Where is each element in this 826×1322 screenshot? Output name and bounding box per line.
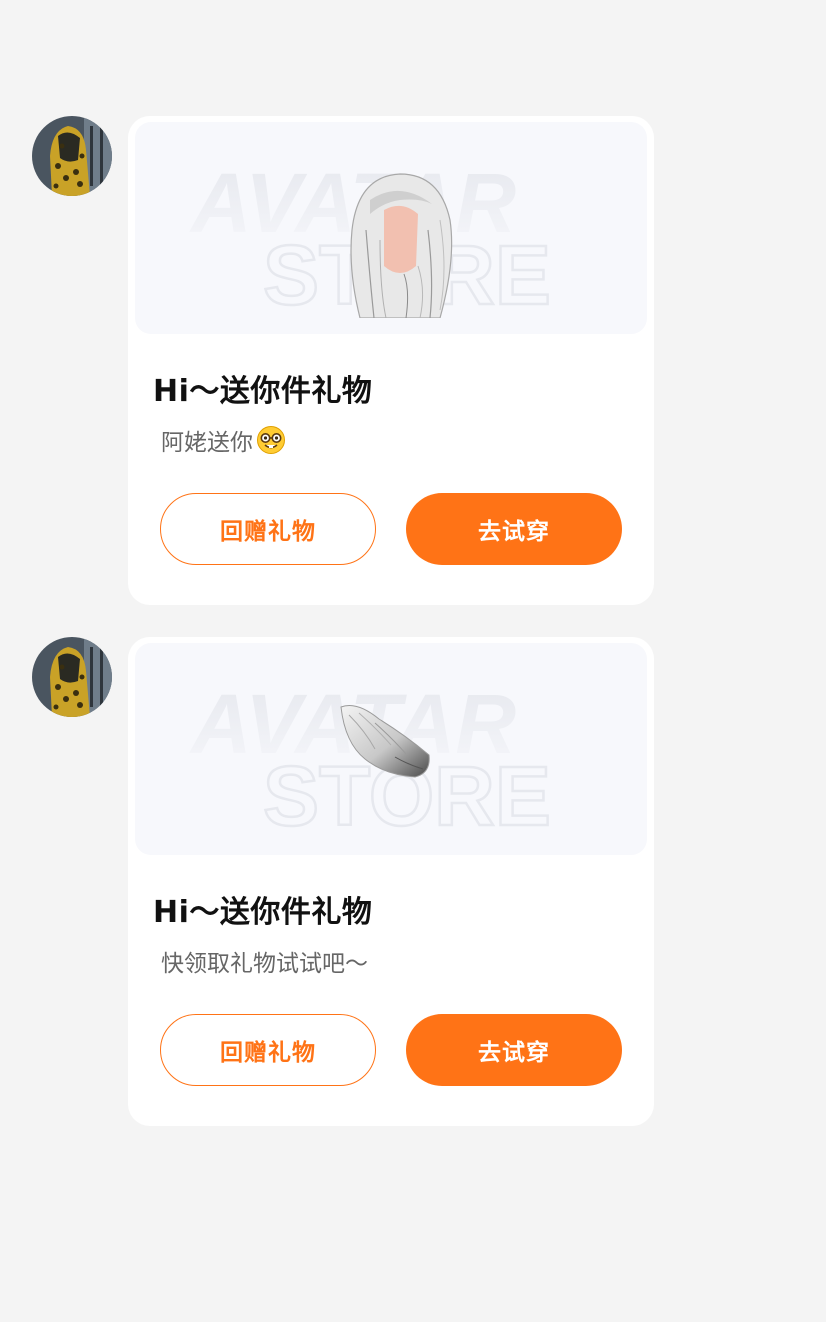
gift-title: Hi～送你件礼物 [153,374,373,409]
try-on-button[interactable]: 去试穿 [406,1014,622,1086]
gift-message-label: 阿姥送你 [161,430,253,456]
sender-avatar[interactable] [32,637,112,717]
return-gift-button[interactable]: 回赠礼物 [160,493,376,565]
gift-title: Hi～送你件礼物 [153,895,373,930]
fluffy-tail-image [340,705,430,778]
gift-banner: AVATAR STORE [135,643,647,855]
gift-banner: AVATAR STORE [135,122,647,334]
gift-card: AVATAR STORE Hi～送你件礼物 快领取礼物 [128,637,654,1126]
return-gift-button[interactable]: 回赠礼物 [160,1014,376,1086]
gift-message-label: 快领取礼物试试吧～ [161,951,368,977]
try-on-button[interactable]: 去试穿 [406,493,622,565]
sender-avatar[interactable] [32,116,112,196]
gift-card: AVATAR STORE Hi～送你件礼物 阿姥送你 [128,116,654,605]
gift-message-text: 阿姥送你 [161,423,286,457]
nerd-face-icon [257,426,285,454]
gift-message-text: 快领取礼物试试吧～ [161,944,368,978]
hair-wig-image [350,173,453,318]
